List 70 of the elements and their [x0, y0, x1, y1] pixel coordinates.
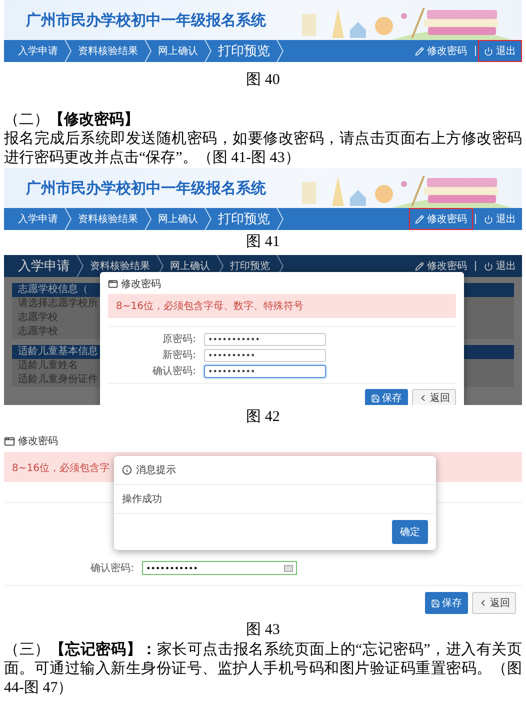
nav-tab[interactable]: 打印预览 — [224, 259, 276, 273]
save-icon — [371, 394, 380, 402]
pencil-icon — [415, 46, 424, 56]
nav-tab[interactable]: 入学申请 — [4, 44, 64, 58]
chevron-divider — [276, 40, 284, 62]
chevron-divider — [144, 40, 152, 62]
password-field[interactable]: •••••••••• — [204, 364, 326, 378]
chevron-divider — [76, 255, 84, 277]
nav-tab[interactable]: 入学申请 — [4, 257, 76, 275]
figure-caption: 图 42 — [245, 408, 281, 427]
panel-row-label: 适龄儿童姓名 — [17, 359, 78, 373]
chevron-divider — [64, 40, 72, 62]
power-icon — [484, 46, 493, 56]
site-title: 广州市民办学校初中一年级报名系统 — [26, 10, 266, 30]
panel-row-label: 志愿学校 — [17, 325, 58, 339]
window-icon — [108, 279, 118, 289]
chevron-divider — [276, 208, 284, 230]
logout-link[interactable]: 退出 — [478, 208, 522, 230]
section-heading: （二）【修改密码】 — [4, 111, 140, 130]
chevron-divider — [204, 208, 212, 230]
nav-tab[interactable]: 资料核验结果 — [72, 44, 144, 58]
password-rule-alert: 8~16位，必须包含字母、数字、特殊符号 — [108, 294, 456, 318]
field-label: 确认密码: — [152, 364, 197, 378]
nav-tab[interactable]: 网上确认 — [152, 212, 204, 226]
paragraph: （三）【忘记密码】：家长可点击报名系统页面上的“忘记密码”，进入有关页面。可通过输入新生身份证号、监护人手机号码和图片验证码重置密码。（图 44-图 47） — [4, 641, 522, 698]
nav-tab[interactable]: 打印预览 — [212, 42, 276, 60]
power-icon — [484, 262, 493, 270]
password-field[interactable]: ••••••••••• — [204, 332, 326, 346]
power-icon — [484, 214, 493, 224]
pencil-icon — [415, 214, 424, 224]
nav-tab[interactable]: 资料核验结果 — [84, 259, 156, 273]
nav-tab[interactable]: 入学申请 — [4, 212, 64, 226]
password-field[interactable]: ••••••••••• — [142, 561, 297, 575]
panel-row-label: 适龄儿童身份证件 — [17, 373, 98, 387]
nav-tab[interactable]: 网上确认 — [152, 44, 204, 58]
logout-link[interactable]: 退出 — [478, 40, 522, 62]
confirm-button[interactable]: 确定 — [392, 520, 428, 544]
figure-caption: 图 40 — [245, 71, 281, 90]
nav-tab[interactable]: 资料核验结果 — [72, 212, 144, 226]
back-button[interactable]: 返回 — [472, 592, 516, 614]
panel-row-label: 志愿学校 — [17, 311, 58, 325]
chevron-divider — [64, 208, 72, 230]
window-icon — [4, 436, 15, 446]
paragraph: 报名完成后系统即发送随机密码，如要修改密码，请点击页面右上方修改密码进行密码更改并点击“保存”。（图 41-图 43） — [3, 130, 523, 168]
password-value: ••••••••••• — [146, 564, 198, 572]
save-icon — [431, 598, 440, 608]
change-password-link[interactable]: 修改密码 — [409, 208, 473, 230]
save-button[interactable]: 保存 — [365, 389, 408, 405]
site-title: 广州市民办学校初中一年级报名系统 — [26, 178, 266, 198]
password-field[interactable]: •••••••••• — [204, 348, 326, 362]
field-label: 原密码: — [162, 332, 197, 346]
field-label: 新密码: — [162, 348, 197, 362]
chevron-divider — [144, 208, 152, 230]
save-button[interactable]: 保存 — [425, 592, 468, 614]
panel-row-label: 请选择志愿学校所 — [17, 297, 98, 311]
nav-tab[interactable]: 网上确认 — [164, 259, 216, 273]
dialog-title: 修改密码 — [18, 434, 58, 448]
change-password-link[interactable]: 修改密码 — [409, 40, 473, 62]
nav-tab[interactable]: 打印预览 — [212, 210, 276, 228]
message-text: 操作成功 — [114, 484, 436, 514]
change-password-link[interactable]: 修改密码 — [409, 255, 473, 277]
field-label: 确认密码: — [90, 562, 135, 575]
back-button[interactable]: 返回 — [412, 389, 456, 405]
figure-caption: 图 41 — [245, 233, 281, 252]
dialog-title: 消息提示 — [136, 464, 176, 477]
figure-caption: 图 43 — [245, 621, 281, 640]
keyboard-icon — [284, 564, 293, 572]
info-icon — [122, 465, 132, 475]
logout-link[interactable]: 退出 — [478, 255, 522, 277]
chevron-divider — [204, 40, 212, 62]
